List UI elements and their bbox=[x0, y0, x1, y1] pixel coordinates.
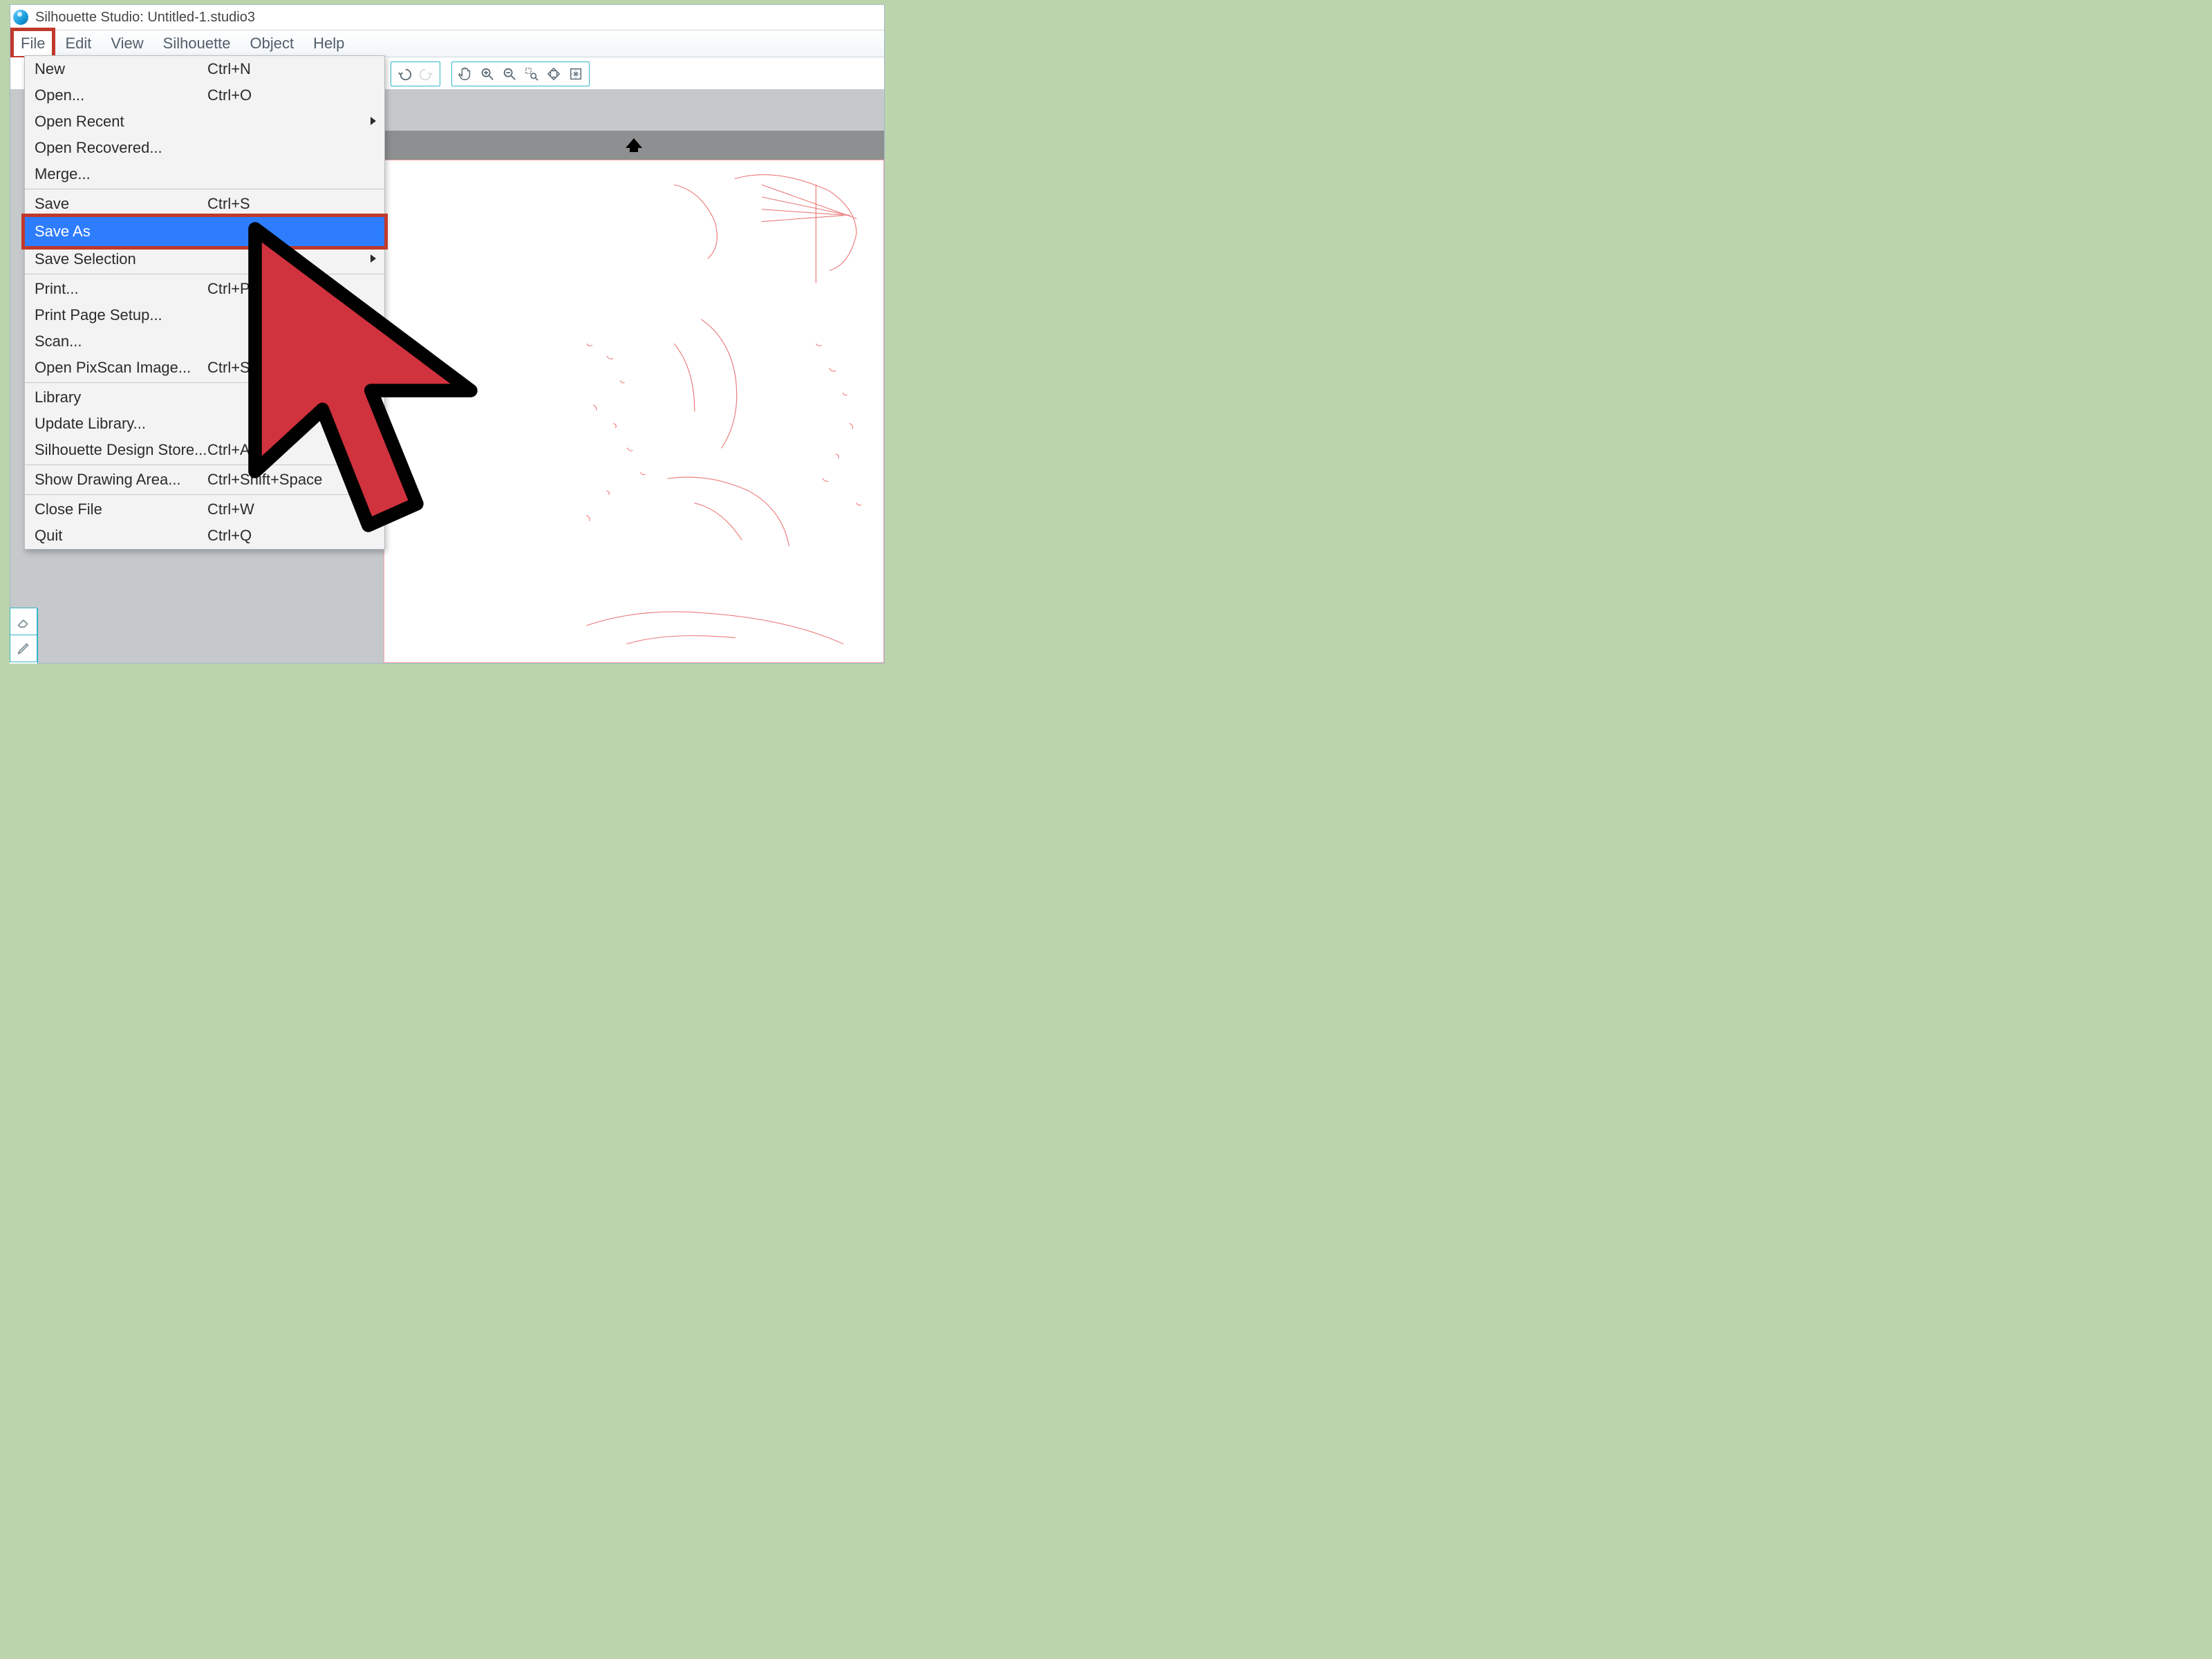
menu-object[interactable]: Object bbox=[241, 30, 304, 57]
menu-separator bbox=[25, 382, 384, 383]
zoom-center-icon[interactable] bbox=[568, 66, 583, 82]
menu-item-print[interactable]: Print... Ctrl+P bbox=[25, 276, 384, 302]
menu-item-library[interactable]: Library bbox=[25, 384, 384, 411]
zoom-selection-icon[interactable] bbox=[524, 66, 539, 82]
zoom-fit-icon[interactable] bbox=[546, 66, 561, 82]
menu-item-print-page-setup[interactable]: Print Page Setup... bbox=[25, 302, 384, 328]
menu-item-open-recovered[interactable]: Open Recovered... bbox=[25, 135, 384, 161]
file-menu-dropdown: New Ctrl+N Open... Ctrl+O Open Recent Op… bbox=[24, 55, 385, 550]
toolbar-view-group bbox=[451, 62, 590, 86]
drawing-canvas[interactable] bbox=[384, 160, 884, 663]
menu-bar: File Edit View Silhouette Object Help bbox=[10, 30, 884, 57]
menu-item-close-file[interactable]: Close File Ctrl+W bbox=[25, 496, 384, 523]
app-logo-icon bbox=[13, 10, 28, 25]
menu-item-update-library[interactable]: Update Library... bbox=[25, 411, 384, 437]
menu-item-quit[interactable]: Quit Ctrl+Q bbox=[25, 523, 384, 549]
menu-view[interactable]: View bbox=[101, 30, 153, 57]
menu-item-open-pixscan[interactable]: Open PixScan Image... Ctrl+Shift+O bbox=[25, 355, 384, 381]
menu-item-show-drawing-area[interactable]: Show Drawing Area... Ctrl+Shift+Space bbox=[25, 467, 384, 493]
menu-item-save-as[interactable]: Save As bbox=[21, 214, 388, 250]
arrow-up-icon bbox=[624, 137, 644, 153]
submenu-arrow-icon bbox=[371, 254, 376, 263]
canvas-artwork bbox=[384, 160, 883, 662]
zoom-in-icon[interactable] bbox=[480, 66, 495, 82]
window-title: Silhouette Studio: Untitled-1.studio3 bbox=[35, 10, 255, 26]
menu-item-scan[interactable]: Scan... bbox=[25, 328, 384, 355]
submenu-arrow-icon bbox=[371, 117, 376, 125]
menu-silhouette[interactable]: Silhouette bbox=[153, 30, 241, 57]
undo-icon[interactable] bbox=[397, 66, 412, 82]
menu-item-design-store[interactable]: Silhouette Design Store... Ctrl+Alt+S bbox=[25, 437, 384, 463]
menu-item-save-selection[interactable]: Save Selection bbox=[25, 246, 384, 272]
eraser-icon bbox=[16, 614, 31, 629]
pencil-tool[interactable] bbox=[10, 635, 37, 662]
zoom-out-icon[interactable] bbox=[502, 66, 517, 82]
redo-icon[interactable] bbox=[419, 66, 434, 82]
menu-item-merge[interactable]: Merge... bbox=[25, 161, 384, 187]
menu-item-new[interactable]: New Ctrl+N bbox=[25, 56, 384, 82]
menu-separator bbox=[25, 494, 384, 495]
menu-item-open[interactable]: Open... Ctrl+O bbox=[25, 82, 384, 109]
eraser-tool[interactable] bbox=[10, 608, 37, 635]
menu-edit[interactable]: Edit bbox=[55, 30, 101, 57]
horizontal-scroll-handle[interactable] bbox=[384, 131, 884, 160]
title-bar: Silhouette Studio: Untitled-1.studio3 bbox=[10, 5, 884, 30]
pan-icon[interactable] bbox=[458, 66, 473, 82]
menu-help[interactable]: Help bbox=[303, 30, 354, 57]
tool-strip bbox=[10, 608, 38, 664]
menu-item-open-recent[interactable]: Open Recent bbox=[25, 109, 384, 135]
pencil-icon bbox=[16, 641, 31, 656]
toolbar-history-group bbox=[391, 62, 440, 86]
